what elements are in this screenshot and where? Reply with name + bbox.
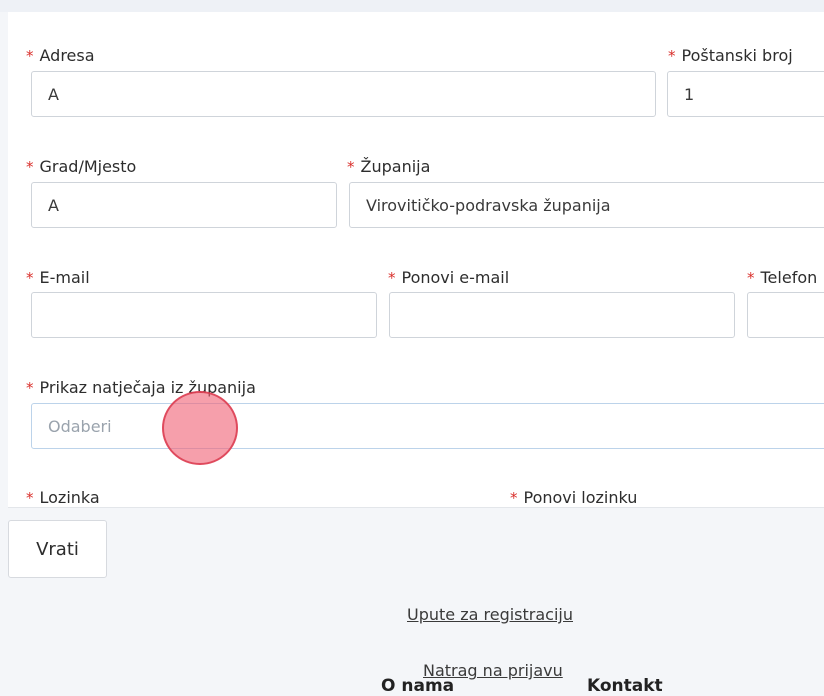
postal-code-label: * Poštanski broj (668, 46, 793, 65)
county-label: * Županija (347, 157, 431, 176)
phone-label: * Telefon (747, 268, 818, 287)
tender-counties-label: * Prikaz natječaja iz županija (26, 378, 256, 397)
phone-input[interactable] (747, 292, 824, 338)
tender-counties-multiselect[interactable] (31, 403, 824, 449)
password-label: * Lozinka (26, 488, 100, 507)
address-input[interactable] (31, 71, 656, 117)
back-button[interactable]: Vrati (8, 520, 107, 578)
email-input[interactable] (31, 292, 377, 338)
top-bar (0, 0, 824, 12)
city-input[interactable] (31, 182, 337, 228)
postal-code-input[interactable] (667, 71, 824, 117)
password-repeat-label: * Ponovi lozinku (510, 488, 638, 507)
city-label: * Grad/Mjesto (26, 157, 137, 176)
registration-form: *Adresa *Poštanski broj *Grad/Mjesto *Žu… (8, 12, 824, 508)
footer-contact-link[interactable]: Kontakt (587, 676, 663, 696)
email-repeat-input[interactable] (389, 292, 735, 338)
county-select[interactable] (349, 182, 824, 228)
email-repeat-label: * Ponovi e-mail (388, 268, 510, 287)
email-label: * E-mail (26, 268, 90, 287)
registration-help-link[interactable]: Upute za registraciju (407, 605, 573, 624)
back-to-login-link[interactable]: Natrag na prijavu (423, 661, 563, 680)
address-label: * Adresa (26, 46, 95, 65)
